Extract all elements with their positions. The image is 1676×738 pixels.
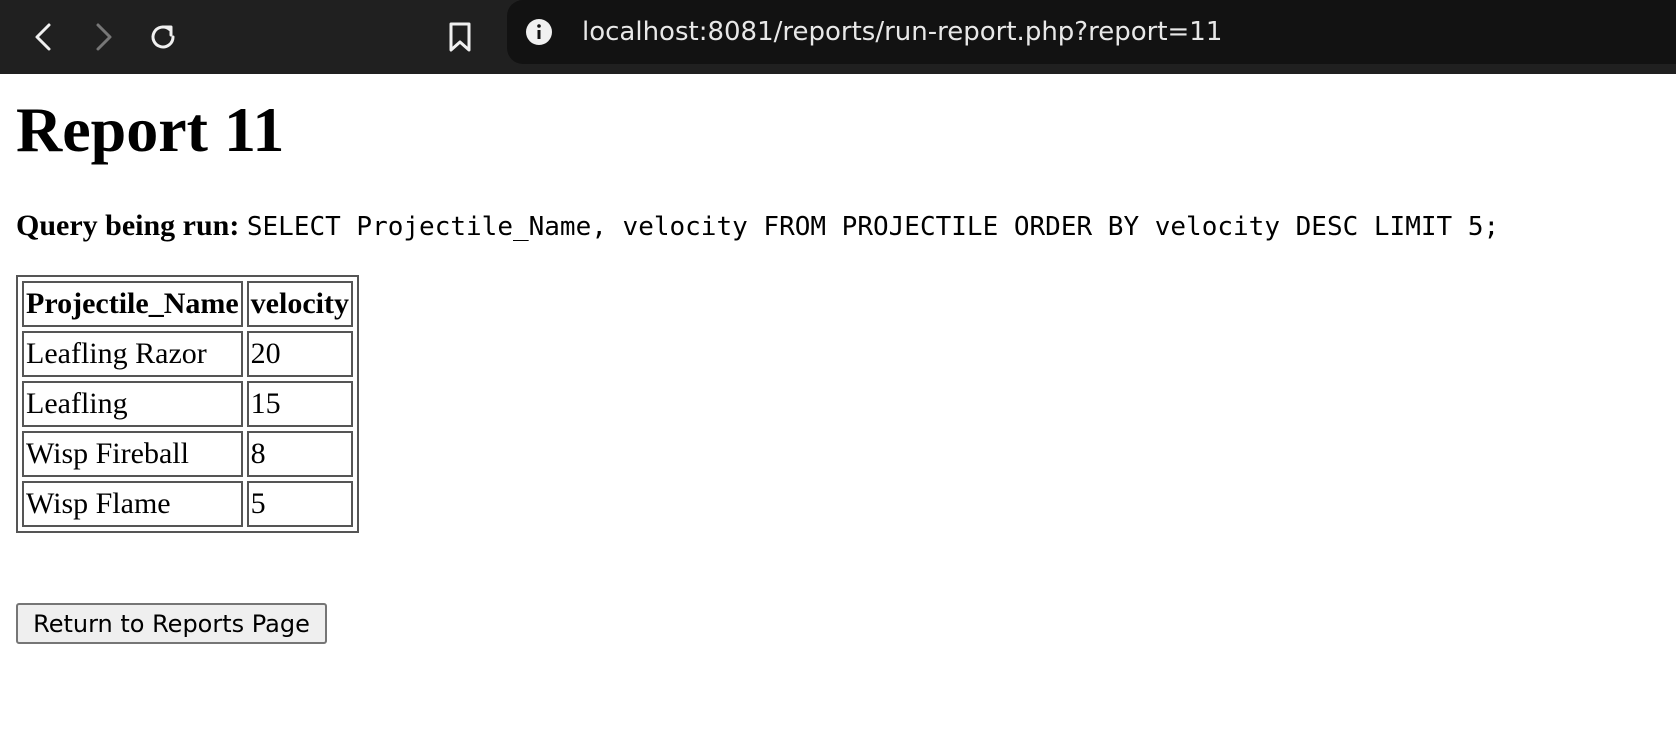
query-label: Query being run:: [16, 209, 240, 242]
browser-toolbar: localhost:8081/reports/run-report.php?re…: [0, 0, 1676, 74]
table-cell: 15: [246, 381, 353, 427]
column-header: Projectile_Name: [22, 281, 243, 327]
chevron-right-icon: [96, 23, 112, 51]
reload-icon: [151, 25, 175, 49]
table-cell: 8: [246, 431, 353, 477]
results-table: Projectile_Name velocity Leafling Razor …: [16, 275, 359, 533]
table-row: Wisp Flame 5: [22, 481, 353, 527]
chevron-left-icon: [35, 23, 51, 51]
query-text: SELECT Projectile_Name, velocity FROM PR…: [246, 212, 1500, 242]
table-cell: Leafling: [22, 381, 243, 427]
table-cell: Wisp Flame: [22, 481, 243, 527]
column-header: velocity: [246, 281, 353, 327]
table-row: Wisp Fireball 8: [22, 431, 353, 477]
forward-button[interactable]: [76, 10, 130, 64]
address-bar[interactable]: localhost:8081/reports/run-report.php?re…: [507, 0, 1676, 64]
reload-button[interactable]: [136, 10, 190, 64]
table-cell: Wisp Fireball: [22, 431, 243, 477]
table-cell: 5: [246, 481, 353, 527]
url-text: localhost:8081/reports/run-report.php?re…: [582, 17, 1223, 47]
back-button[interactable]: [17, 10, 71, 64]
query-line: Query being run: SELECT Projectile_Name,…: [16, 206, 1499, 247]
table-cell: Leafling Razor: [22, 331, 243, 377]
table-row: Leafling 15: [22, 381, 353, 427]
table-row: Leafling Razor 20: [22, 331, 353, 377]
table-cell: 20: [246, 331, 353, 377]
return-to-reports-button[interactable]: Return to Reports Page: [16, 603, 327, 644]
bookmark-button[interactable]: [433, 10, 487, 64]
bookmark-icon: [449, 22, 471, 52]
info-icon[interactable]: [525, 18, 553, 46]
page-title: Report 11: [16, 94, 285, 165]
table-header-row: Projectile_Name velocity: [22, 281, 353, 327]
